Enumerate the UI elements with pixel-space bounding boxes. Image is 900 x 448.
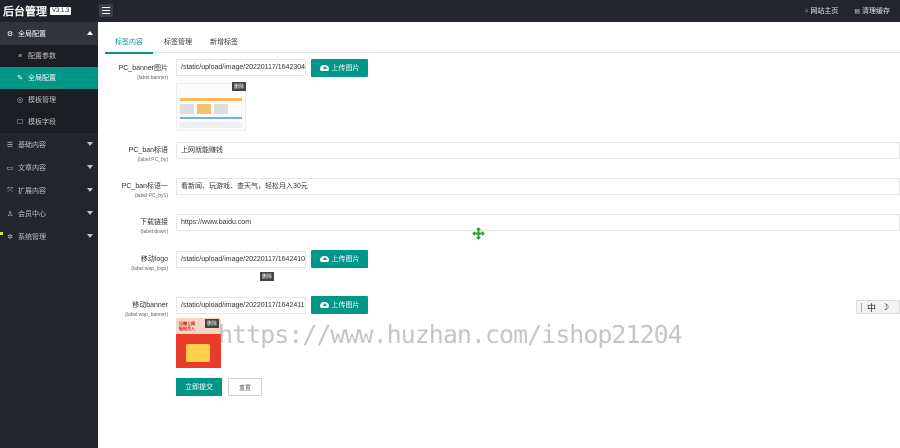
chevron-down-icon bbox=[87, 165, 93, 169]
field-label-wap-logo: 移动logo {label:wap_logo} bbox=[131, 256, 168, 272]
wap-banner-path-input[interactable]: /static/upload/image/20220117/1642411 bbox=[176, 297, 306, 314]
settings-icon: ⚙ bbox=[6, 30, 14, 38]
delete-wap-logo-button[interactable]: 删除 bbox=[260, 272, 275, 281]
cloud-upload-icon bbox=[319, 256, 329, 262]
sidebar-group-global-config[interactable]: ⚙ 全局配置 bbox=[0, 22, 98, 45]
sidebar-item-template-fields[interactable]: ☐ 模板字段 bbox=[0, 111, 98, 133]
pc-ban-title1-input[interactable]: 看新闻、玩游戏、查天气，轻松月入30元 bbox=[176, 178, 900, 195]
ime-language[interactable]: 中 bbox=[867, 301, 876, 314]
app-title: 后台管理 bbox=[3, 6, 47, 18]
sidebar: ⚙ 全局配置 ≡ 配置参数 ✎ 全局配置 ◎ 模板管理 ☐ 模板字段 ☰ 基础内… bbox=[0, 22, 98, 448]
delete-wap-banner-button[interactable]: 删除 bbox=[205, 319, 220, 328]
ime-toolbar[interactable]: 中 ☽ bbox=[856, 300, 900, 314]
tab-label-content[interactable]: 标签内容 bbox=[105, 37, 153, 54]
pc-ban-title-input[interactable]: 上网就能赚钱 bbox=[176, 142, 900, 159]
field-label-pc-ban-title1: PC_ban标语一 {label:PC_by1} bbox=[121, 183, 168, 199]
edit-icon: ☐ bbox=[16, 119, 24, 126]
wrench-icon: ✎ bbox=[17, 75, 23, 82]
upload-wap-banner-button[interactable]: 上传图片 bbox=[311, 296, 368, 314]
sidebar-group-member-center[interactable]: ♙ 会员中心 bbox=[0, 202, 98, 225]
top-links: ⌂ 网站主页 ▤ 清理缓存 bbox=[805, 0, 890, 22]
hamburger-icon bbox=[102, 7, 110, 8]
sidebar-item-config-params[interactable]: ≡ 配置参数 bbox=[0, 45, 98, 67]
sidebar-item-global-config[interactable]: ✎ 全局配置 bbox=[0, 67, 98, 89]
field-label-wap-banner: 移动banner {label:wap_banner} bbox=[125, 302, 168, 318]
sidebar-item-template-manage[interactable]: ◎ 模板管理 bbox=[0, 89, 98, 111]
app-logo: 后台管理 V3.1.3 bbox=[0, 0, 98, 22]
clear-cache-link[interactable]: ▤ 清理缓存 bbox=[854, 6, 890, 16]
field-label-pc-ban-title: PC_ban标语 {label:PC_by} bbox=[128, 147, 168, 163]
user-icon: ♙ bbox=[6, 210, 14, 218]
sidebar-group-article-content[interactable]: ▭ 文章内容 bbox=[0, 156, 98, 179]
home-link[interactable]: ⌂ 网站主页 bbox=[805, 6, 839, 16]
pc-banner-path-input[interactable]: /static/upload/image/20220117/1642304 bbox=[176, 59, 306, 76]
chevron-down-icon bbox=[87, 142, 93, 146]
gift-box-image bbox=[186, 344, 210, 362]
delete-pc-banner-button[interactable]: 删除 bbox=[232, 82, 247, 91]
chevron-up-icon bbox=[87, 31, 93, 35]
tab-label-manage[interactable]: 标签管理 bbox=[161, 37, 195, 47]
top-header: 后台管理 V3.1.3 ⌂ 网站主页 ▤ 清理缓存 bbox=[0, 0, 900, 22]
submit-button[interactable]: 立即提交 bbox=[176, 378, 222, 396]
expand-icon: ⤧ bbox=[7, 186, 13, 194]
list-icon: ≡ bbox=[17, 52, 23, 60]
cloud-upload-icon bbox=[319, 65, 329, 71]
chevron-down-icon bbox=[87, 234, 93, 238]
reset-button[interactable]: 重置 bbox=[228, 378, 262, 396]
list-icon: ☰ bbox=[6, 141, 14, 149]
cloud-upload-icon bbox=[319, 302, 329, 308]
field-label-pc-banner: PC_banner图片 {label:banner} bbox=[118, 65, 168, 81]
download-link-input[interactable]: https://www.baidu.com bbox=[176, 214, 900, 231]
upload-wap-logo-button[interactable]: 上传图片 bbox=[311, 250, 368, 268]
target-icon: ◎ bbox=[16, 97, 24, 104]
upload-pc-banner-button[interactable]: 上传图片 bbox=[311, 59, 368, 77]
watermark-text: https://www.huzhan.com/ishop21204 bbox=[218, 320, 683, 349]
document-icon: ▭ bbox=[6, 164, 14, 172]
sidebar-group-basic-content[interactable]: ☰ 基础内容 bbox=[0, 133, 98, 156]
chevron-down-icon bbox=[87, 211, 93, 215]
moon-icon[interactable]: ☽ bbox=[881, 302, 889, 313]
trash-icon: ▤ bbox=[854, 8, 860, 15]
sidebar-group-system-manage[interactable]: ✲ 系统管理 bbox=[0, 225, 98, 248]
wap-logo-path-input[interactable]: /static/upload/image/20220117/1642410 bbox=[176, 251, 306, 268]
chevron-down-icon bbox=[87, 188, 93, 192]
wap-banner-preview-text: 日赚上网 轻松月入 bbox=[179, 321, 195, 331]
field-label-download-link: 下载链接 {label:down} bbox=[140, 219, 168, 235]
menu-toggle-button[interactable] bbox=[99, 4, 113, 17]
sidebar-group-extend-content[interactable]: ⤧ 扩展内容 bbox=[0, 179, 98, 202]
version-badge: V3.1.3 bbox=[50, 7, 72, 15]
home-icon: ⌂ bbox=[804, 8, 809, 14]
tab-new-label[interactable]: 新增标签 bbox=[207, 37, 241, 47]
indicator-dot bbox=[0, 232, 3, 235]
gear-icon: ✲ bbox=[7, 233, 13, 241]
content-tabs: 标签内容 标签管理 新增标签 bbox=[105, 35, 900, 54]
move-cursor-icon bbox=[472, 227, 485, 240]
